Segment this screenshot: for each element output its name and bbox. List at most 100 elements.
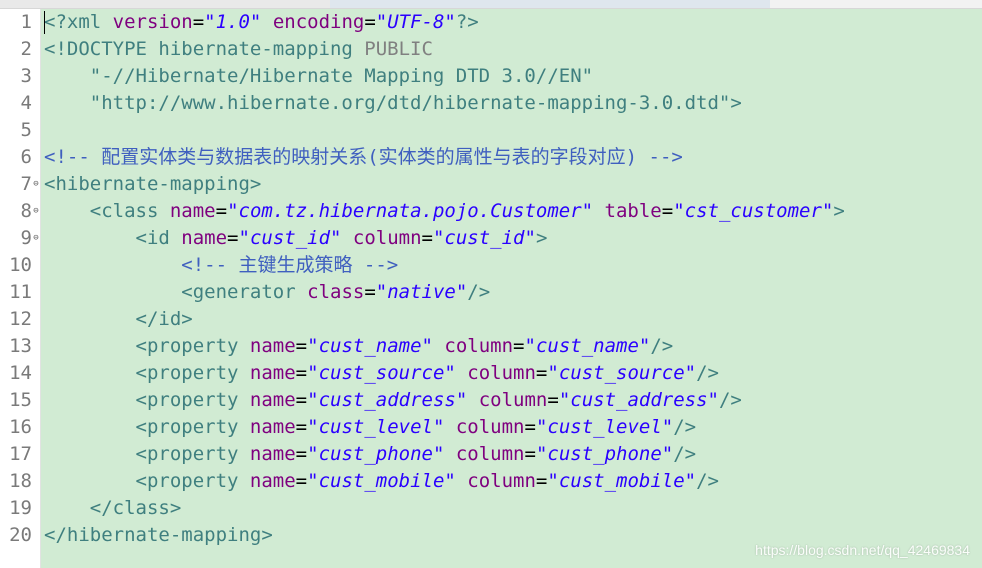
xml-attr-name: column bbox=[455, 470, 536, 492]
xml-tag-open: <property bbox=[135, 416, 250, 438]
xml-equals: = bbox=[524, 443, 536, 465]
xml-tag-close: /> bbox=[696, 470, 719, 492]
xml-equals: = bbox=[364, 281, 376, 303]
xml-tag-close: /> bbox=[696, 362, 719, 384]
xml-attr-name: name bbox=[249, 335, 296, 357]
xml-tag-open: <property bbox=[135, 362, 250, 384]
xml-equals: = bbox=[295, 335, 308, 357]
xml-tag-close: /> bbox=[673, 416, 697, 438]
fold-toggle-icon[interactable]: ⊖ bbox=[32, 171, 40, 198]
line-number: 1 bbox=[20, 11, 32, 33]
xml-attr-value: "UTF-8" bbox=[375, 11, 456, 33]
xml-tag-open: <property bbox=[135, 470, 250, 492]
code-text: </id> bbox=[44, 306, 193, 333]
line-number: 8 bbox=[20, 200, 32, 222]
code-text: </class> bbox=[44, 495, 182, 522]
xml-tag-close: /> bbox=[650, 335, 674, 357]
xml-equals: = bbox=[295, 416, 308, 438]
xml-attr-name: name bbox=[249, 389, 296, 411]
xml-equals: = bbox=[295, 470, 308, 492]
xml-attr-value: "cust_source" bbox=[547, 362, 697, 384]
xml-attr-name: column bbox=[444, 416, 525, 438]
xml-attr-value: "com.tz.hibernata.pojo.Customer" bbox=[227, 200, 594, 222]
line-number: 5 bbox=[20, 119, 32, 141]
xml-attr-name: class bbox=[307, 281, 365, 303]
xml-attr-value: "cst_customer" bbox=[673, 200, 834, 222]
doctype-keyword: PUBLIC bbox=[364, 38, 433, 60]
code-text: "-//Hibernate/Hibernate Mapping DTD 3.0/… bbox=[44, 63, 593, 90]
line-number: 6 bbox=[20, 146, 32, 168]
xml-attr-name: encoding bbox=[261, 11, 365, 33]
xml-equals: = bbox=[661, 200, 674, 222]
xml-equals: = bbox=[535, 362, 548, 384]
line-number: 11 bbox=[9, 281, 32, 303]
xml-tag-open: <generator bbox=[181, 281, 308, 303]
xml-attr-value: "cust_phone" bbox=[307, 443, 445, 465]
xml-equals: = bbox=[535, 470, 548, 492]
xml-attr-name: column bbox=[341, 227, 422, 249]
line-number: 7 bbox=[20, 173, 32, 195]
code-text: <property name="cust_source" column="cus… bbox=[44, 360, 719, 387]
xml-equals: = bbox=[513, 335, 525, 357]
xml-equals: = bbox=[295, 389, 308, 411]
xml-tag: </class> bbox=[44, 497, 182, 519]
xml-comment: <!-- 配置实体类与数据表的映射关系(实体类的属性与表的字段对应) --> bbox=[44, 146, 683, 168]
xml-attr-name: column bbox=[444, 443, 525, 465]
code-text: <class name="com.tz.hibernata.pojo.Custo… bbox=[44, 198, 845, 225]
xml-attr-value: "cust_mobile" bbox=[307, 470, 456, 492]
xml-equals: = bbox=[524, 416, 536, 438]
line-number: 17 bbox=[9, 443, 32, 465]
code-text: <?xml version="1.0" encoding="UTF-8"?> bbox=[44, 9, 479, 36]
code-text: <hibernate-mapping> bbox=[44, 171, 261, 198]
xml-attr-value: "1.0" bbox=[204, 11, 262, 33]
xml-decl-tag: <?xml bbox=[44, 11, 113, 33]
xml-equals: = bbox=[192, 11, 205, 33]
xml-editor[interactable]: 1 <?xml version="1.0" encoding="UTF-8"?> 2… bbox=[0, 0, 982, 568]
xml-tag-close: /> bbox=[467, 281, 491, 303]
fold-toggle-icon[interactable]: ⊖ bbox=[32, 198, 40, 225]
xml-attr-name: table bbox=[593, 200, 662, 222]
xml-tag-open: <property bbox=[135, 443, 250, 465]
line-number: 2 bbox=[20, 38, 32, 60]
xml-attr-value: "cust_source" bbox=[307, 362, 456, 384]
code-text: "http://www.hibernate.org/dtd/hibernate-… bbox=[44, 90, 742, 117]
xml-attr-value: "cust_name" bbox=[307, 335, 433, 357]
xml-attr-value: "cust_level" bbox=[535, 416, 674, 438]
xml-equals: = bbox=[227, 227, 239, 249]
line-number: 10 bbox=[9, 254, 32, 276]
xml-tag-open: <property bbox=[135, 389, 250, 411]
line-number: 18 bbox=[9, 470, 32, 492]
xml-attr-value: "cust_address" bbox=[558, 389, 719, 411]
xml-attr-name: column bbox=[467, 389, 548, 411]
xml-equals: = bbox=[295, 362, 308, 384]
code-text: <property name="cust_phone" column="cust… bbox=[44, 441, 697, 468]
code-text: <generator class="native"/> bbox=[44, 279, 490, 306]
xml-attr-name: name bbox=[169, 200, 216, 222]
line-number: 13 bbox=[9, 335, 32, 357]
xml-equals: = bbox=[547, 389, 559, 411]
xml-attr-name: name bbox=[249, 362, 296, 384]
code-text: <property name="cust_mobile" column="cus… bbox=[44, 468, 719, 495]
code-text: <property name="cust_level" column="cust… bbox=[44, 414, 697, 441]
xml-equals: = bbox=[421, 227, 433, 249]
xml-tag-open: <property bbox=[135, 335, 250, 357]
editor-tab-active[interactable] bbox=[330, 0, 770, 8]
doctype-string: "http://www.hibernate.org/dtd/hibernate-… bbox=[44, 92, 742, 114]
code-text: </hibernate-mapping> bbox=[44, 522, 273, 549]
code-text: <property name="cust_name" column="cust_… bbox=[44, 333, 674, 360]
xml-tag-close: > bbox=[535, 227, 548, 249]
editor-tab[interactable] bbox=[0, 0, 330, 8]
xml-decl-close: ?> bbox=[455, 11, 479, 33]
line-number: 4 bbox=[20, 92, 32, 114]
xml-tag-close: /> bbox=[673, 443, 697, 465]
fold-toggle-icon[interactable]: ⊖ bbox=[32, 225, 40, 252]
line-number: 12 bbox=[9, 308, 32, 330]
